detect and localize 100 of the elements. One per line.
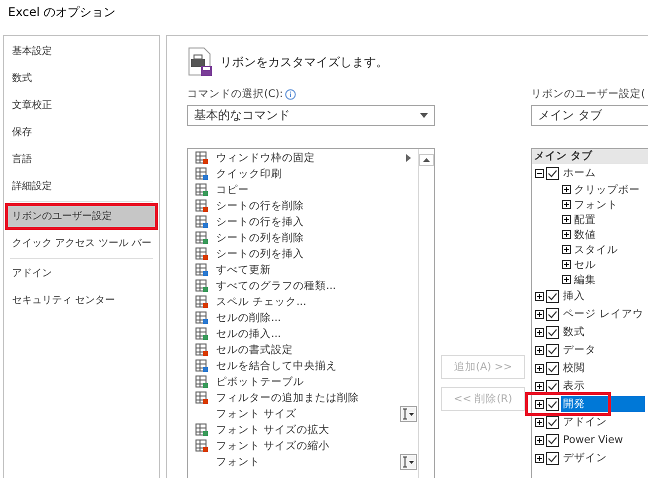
checkbox[interactable] (546, 434, 559, 446)
command-item[interactable]: フォント サイズ (188, 406, 418, 422)
command-icon (195, 183, 209, 197)
expand-toggle-icon[interactable] (562, 200, 571, 209)
expand-toggle-icon[interactable] (562, 230, 571, 239)
checkbox[interactable] (546, 308, 559, 320)
command-item[interactable]: シートの列を挿入 (188, 246, 418, 262)
checkbox[interactable] (546, 344, 559, 356)
command-item[interactable]: シートの列を削除 (188, 230, 418, 246)
command-icon (195, 151, 209, 165)
submenu-arrow-icon (406, 154, 410, 162)
command-item[interactable]: フィルターの追加または削除 (188, 390, 418, 406)
expand-toggle-icon[interactable] (535, 168, 544, 178)
sidebar-item[interactable]: 文章校正 (5, 92, 158, 119)
tree-item[interactable]: 校閲 (561, 360, 587, 376)
expand-toggle-icon[interactable] (562, 275, 571, 284)
command-icon (195, 343, 209, 357)
command-icon (195, 423, 209, 437)
expand-toggle-icon[interactable] (535, 382, 544, 390)
tree-item[interactable]: クリップボー (574, 182, 640, 196)
commands-dropdown[interactable]: 基本的なコマンド (187, 105, 435, 126)
command-icon (195, 199, 209, 213)
tree-item[interactable]: 開発 (561, 396, 645, 412)
tree-item[interactable]: 編集 (574, 272, 596, 286)
command-item[interactable]: スペル チェック... (188, 294, 418, 310)
command-item[interactable]: フォント サイズの拡大 (188, 422, 418, 438)
tree-item[interactable]: Power View (561, 433, 626, 447)
tree-item[interactable]: ホーム (561, 165, 598, 181)
command-icon (195, 231, 209, 245)
command-item[interactable]: セルの挿入... (188, 326, 418, 342)
expand-toggle-icon[interactable] (535, 436, 544, 444)
expand-toggle-icon[interactable] (562, 185, 571, 194)
section-heading: リボンをカスタマイズします。 (220, 54, 388, 70)
checkbox[interactable] (546, 166, 559, 180)
command-item[interactable]: コピー (188, 182, 418, 198)
expand-toggle-icon[interactable] (535, 364, 544, 372)
command-item[interactable]: セルの書式設定 (188, 342, 418, 358)
sidebar-item[interactable]: クイック アクセス ツール バー (5, 230, 158, 257)
tree-item[interactable]: 配置 (574, 212, 596, 226)
command-item[interactable]: シートの行を挿入 (188, 214, 418, 230)
command-item[interactable]: フォント サイズの縮小 (188, 438, 418, 454)
checkbox[interactable] (546, 362, 559, 374)
tree-item[interactable]: 数式 (561, 324, 587, 340)
command-item[interactable]: セルの削除... (188, 310, 418, 326)
sidebar-item[interactable]: 数式 (5, 65, 158, 92)
command-item[interactable]: シートの行を削除 (188, 198, 418, 214)
tree-item[interactable]: 表示 (561, 378, 587, 394)
expand-toggle-icon[interactable] (535, 418, 544, 426)
expand-toggle-icon[interactable] (535, 454, 544, 462)
dropdown-caret-icon (420, 113, 428, 118)
ribbon-dropdown[interactable]: メイン タブ (531, 105, 648, 126)
checkbox[interactable] (546, 398, 559, 410)
tree-item[interactable]: フォント (574, 198, 618, 212)
expand-toggle-icon[interactable] (535, 292, 544, 300)
command-item[interactable]: ウィンドウ枠の固定 (188, 150, 418, 166)
command-icon (195, 439, 209, 453)
command-item[interactable]: すべて更新 (188, 262, 418, 278)
command-icon (195, 391, 209, 405)
text-cursor-dropdown-icon (400, 406, 416, 422)
checkbox[interactable] (546, 290, 559, 302)
scrollbar[interactable] (418, 149, 434, 478)
command-item[interactable]: ピボットテーブル (188, 374, 418, 390)
info-icon (285, 88, 296, 100)
sidebar-item[interactable]: セキュリティ センター (5, 287, 158, 314)
checkbox[interactable] (546, 380, 559, 392)
tree-item[interactable]: セル (574, 258, 596, 272)
command-icon (195, 247, 209, 261)
command-icon (195, 311, 209, 325)
tree-item[interactable]: 数値 (574, 228, 596, 242)
sidebar-item[interactable]: 基本設定 (5, 38, 158, 65)
checkbox[interactable] (546, 326, 559, 338)
checkbox[interactable] (546, 452, 559, 464)
expand-toggle-icon[interactable] (535, 310, 544, 318)
expand-toggle-icon[interactable] (535, 328, 544, 336)
checkbox[interactable] (546, 416, 559, 428)
tree-header: メイン タブ (532, 149, 648, 164)
tree-item[interactable]: データ (561, 342, 598, 358)
window-title: Excel のオプション (8, 4, 116, 20)
sidebar-item[interactable]: 保存 (5, 119, 158, 146)
tree-item[interactable]: アドイン (561, 414, 609, 430)
command-icon (195, 279, 209, 293)
sidebar-item[interactable]: リボンのユーザー設定 (5, 203, 158, 230)
tree-item[interactable]: 挿入 (561, 288, 587, 304)
tree-item[interactable]: デザイン (561, 450, 609, 466)
sidebar-item[interactable]: 詳細設定 (5, 173, 158, 200)
command-icon (195, 375, 209, 389)
sidebar-item[interactable]: アドイン (5, 260, 158, 287)
tree-item[interactable]: ページ レイアウ (561, 306, 646, 322)
command-item[interactable]: フォント (188, 454, 418, 470)
expand-toggle-icon[interactable] (562, 260, 571, 269)
expand-toggle-icon[interactable] (535, 400, 544, 408)
command-item[interactable]: セルを結合して中央揃え (188, 358, 418, 374)
tree-item[interactable]: スタイル (574, 242, 618, 256)
command-icon (195, 359, 209, 373)
expand-toggle-icon[interactable] (562, 215, 571, 224)
command-item[interactable]: クイック印刷 (188, 166, 418, 182)
expand-toggle-icon[interactable] (562, 245, 571, 254)
expand-toggle-icon[interactable] (535, 346, 544, 354)
command-item[interactable]: すべてのグラフの種類... (188, 278, 418, 294)
sidebar-item[interactable]: 言語 (5, 146, 158, 173)
